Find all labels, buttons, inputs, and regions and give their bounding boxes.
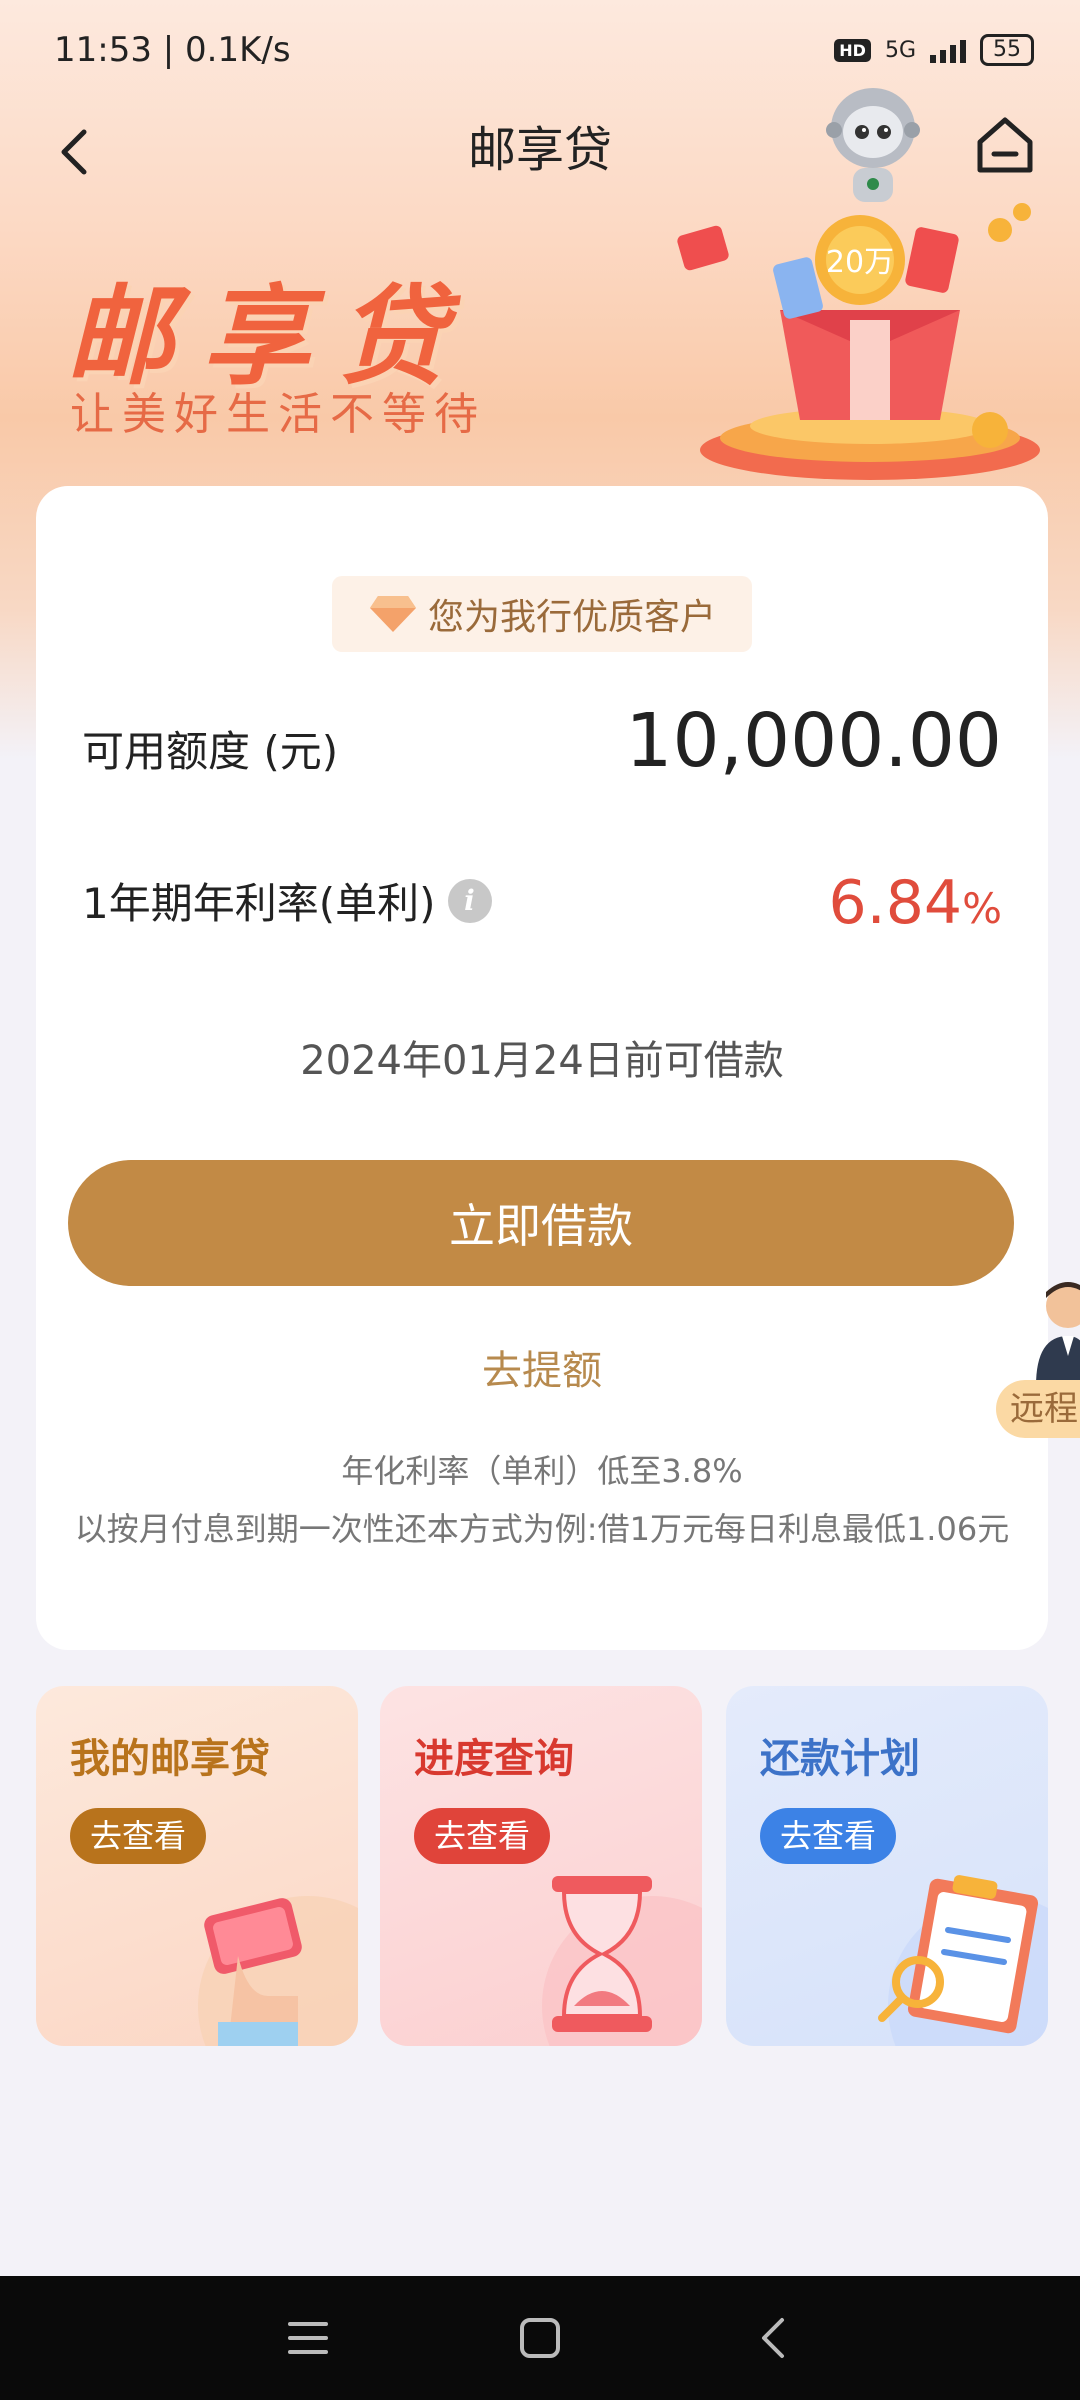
gift-box-illustration: 20万	[670, 200, 1070, 490]
borrow-now-button[interactable]: 立即借款	[68, 1160, 1014, 1286]
status-icons: HD 5G 55	[834, 34, 1034, 66]
vip-badge-label: 您为我行优质客户	[427, 597, 716, 638]
banner-subtitle: 让美好生活不等待	[70, 389, 486, 440]
available-credit-value: 10,000.00	[625, 698, 1002, 784]
info-icon[interactable]: i	[447, 878, 492, 923]
home-nav-button[interactable]	[512, 2310, 568, 2366]
phone-hand-icon	[198, 1896, 358, 2046]
network-label: 5G	[884, 37, 916, 63]
interest-example-note: 以按月付息到期一次性还本方式为例:借1万元每日利息最低1.06元	[74, 1510, 1010, 1548]
home-icon	[977, 117, 1033, 173]
hd-icon: HD	[834, 38, 871, 62]
remote-service-label: 远程	[996, 1380, 1080, 1438]
battery-icon: 55	[980, 34, 1034, 66]
vip-customer-badge: 您为我行优质客户	[332, 576, 752, 652]
loan-card: 您为我行优质客户 可用额度 (元) 10,000.00 1年期年利率(单利) i…	[36, 486, 1048, 1650]
remote-service-float[interactable]: 远程	[996, 1276, 1080, 1446]
annual-rate-label-row: 1年期年利率(单利) i	[82, 870, 492, 931]
assistant-robot-icon[interactable]	[818, 80, 928, 210]
menu-icon	[288, 2322, 328, 2354]
gift-amount-label: 20万	[826, 245, 894, 280]
annual-rate-number: 6.84	[828, 868, 963, 938]
annual-rate-label: 1年期年利率(单利)	[82, 879, 436, 928]
menu-button[interactable]	[280, 2310, 336, 2366]
tile-title: 我的邮享贷	[70, 1736, 270, 1782]
signal-icon	[930, 37, 966, 63]
tile-my-loan[interactable]: 我的邮享贷 去查看	[36, 1686, 358, 2046]
rate-note: 年化利率（单利）低至3.8%	[341, 1452, 743, 1490]
borrow-deadline: 2024年01月24日前可借款	[300, 1038, 784, 1084]
annual-rate-unit: %	[962, 884, 1002, 933]
diamond-icon	[369, 596, 416, 632]
hourglass-icon	[542, 1876, 702, 2046]
status-time-speed: 11:53 | 0.1K/s	[54, 30, 291, 70]
square-icon	[520, 2318, 560, 2358]
back-nav-button[interactable]	[746, 2310, 802, 2366]
available-credit-label: 可用额度 (元)	[82, 727, 339, 776]
tile-progress-query[interactable]: 进度查询 去查看	[380, 1686, 702, 2046]
home-button[interactable]	[970, 110, 1040, 180]
agent-avatar-icon	[1036, 1282, 1080, 1386]
raise-limit-link[interactable]: 去提额	[36, 1338, 1048, 1396]
clipboard-icon	[878, 1875, 1048, 2046]
annual-rate-value: 6.84%	[828, 868, 1002, 938]
tile-title: 进度查询	[414, 1736, 574, 1782]
tile-repayment-plan[interactable]: 还款计划 去查看	[726, 1686, 1048, 2046]
tile-title: 还款计划	[760, 1736, 920, 1782]
system-navigation-bar	[0, 2276, 1080, 2400]
chevron-left-icon	[762, 2318, 784, 2358]
